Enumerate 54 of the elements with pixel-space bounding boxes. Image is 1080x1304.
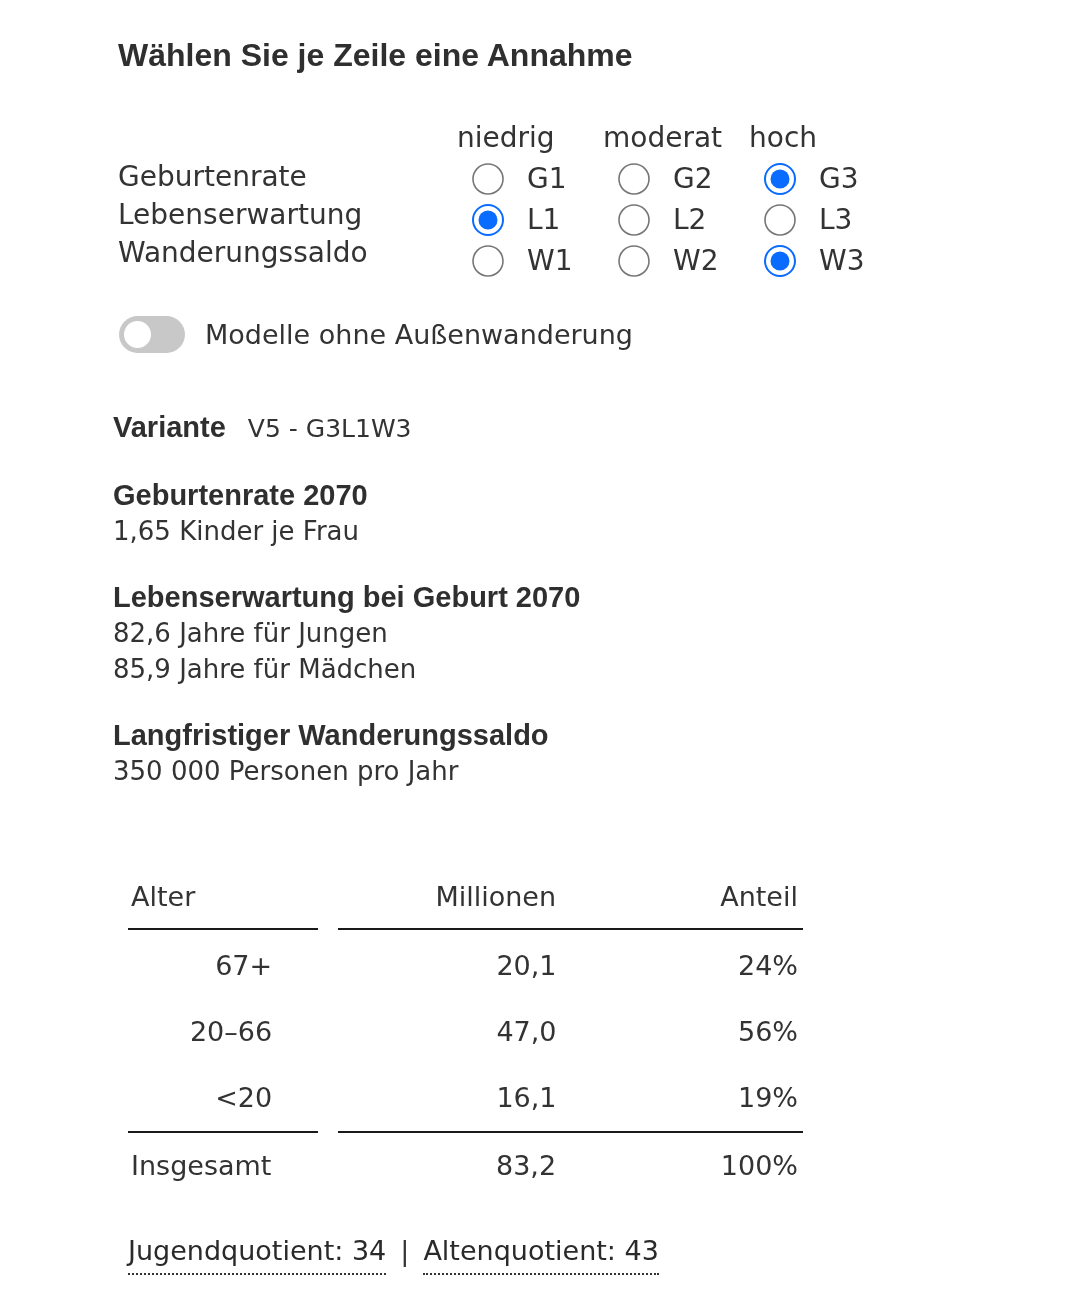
ratio-link[interactable]: Altenquotient: 43 — [423, 1233, 659, 1275]
radio-button[interactable] — [618, 203, 650, 236]
radio-label: G3 — [819, 161, 859, 196]
column-header: Alter — [130, 880, 197, 914]
table-cell-text: 20–66 — [188, 1015, 274, 1049]
radio-label: W1 — [527, 243, 573, 278]
fact-text: 350 000 Personen pro Jahr — [113, 755, 459, 788]
toggle-label: Modelle ohne Außenwanderung — [205, 318, 633, 352]
row-label: Lebenserwartung — [118, 197, 363, 233]
total-cell-text: 100% — [719, 1149, 799, 1183]
column-header: hoch — [749, 120, 818, 156]
column-header: Millionen — [434, 880, 557, 914]
radio-button[interactable] — [472, 203, 504, 236]
column-header: moderat — [603, 120, 723, 156]
column-header: Anteil — [719, 880, 799, 914]
ratio-link[interactable]: Jugendquotient: 34 — [128, 1233, 387, 1275]
radio-label: G2 — [673, 161, 713, 196]
fact-text: 1,65 Kinder je Frau — [113, 515, 359, 548]
fact-text: 85,9 Jahre für Mädchen — [113, 653, 417, 686]
radio-label: L2 — [673, 202, 707, 237]
radio-button[interactable] — [764, 244, 796, 277]
radio-button[interactable] — [472, 244, 504, 277]
fact-title: Lebenserwartung bei Geburt 2070 — [113, 580, 581, 615]
row-label: Geburtenrate — [118, 159, 307, 195]
column-header: niedrig — [457, 120, 555, 156]
separator: | — [400, 1234, 410, 1269]
row-label: Wanderungssaldo — [118, 235, 368, 271]
page-heading: Wählen Sie je Zeile eine Annahme — [118, 36, 634, 74]
table-cell-text: 16,1 — [495, 1081, 557, 1115]
fact-text: 82,6 Jahre für Jungen — [113, 617, 388, 650]
table-cell-text: 20,1 — [495, 949, 557, 983]
table-cell-text: 67+ — [214, 949, 274, 983]
table-cell-text: <20 — [214, 1081, 274, 1115]
table-cell-text: 47,0 — [495, 1015, 557, 1049]
variant-value: V5 - G3L1W3 — [247, 413, 412, 445]
radio-button[interactable] — [472, 162, 504, 195]
radio-label: L3 — [819, 202, 853, 237]
radio-button[interactable] — [764, 203, 796, 236]
total-cell-text: Insgesamt — [130, 1149, 273, 1183]
toggle-switch[interactable] — [119, 316, 185, 353]
table-cell-text: 24% — [737, 949, 799, 983]
radio-label: W3 — [819, 243, 865, 278]
radio-label: W2 — [673, 243, 719, 278]
radio-button[interactable] — [764, 162, 796, 195]
radio-label: L1 — [527, 202, 561, 237]
table-cell-text: 19% — [737, 1081, 799, 1115]
radio-label: G1 — [527, 161, 567, 196]
radio-button[interactable] — [618, 244, 650, 277]
radio-button[interactable] — [618, 162, 650, 195]
variant-label: Variante — [113, 410, 226, 445]
total-cell-text: 83,2 — [494, 1149, 557, 1183]
fact-title: Geburtenrate 2070 — [113, 478, 368, 513]
fact-title: Langfristiger Wanderungssaldo — [113, 718, 549, 753]
table-cell-text: 56% — [737, 1015, 799, 1049]
